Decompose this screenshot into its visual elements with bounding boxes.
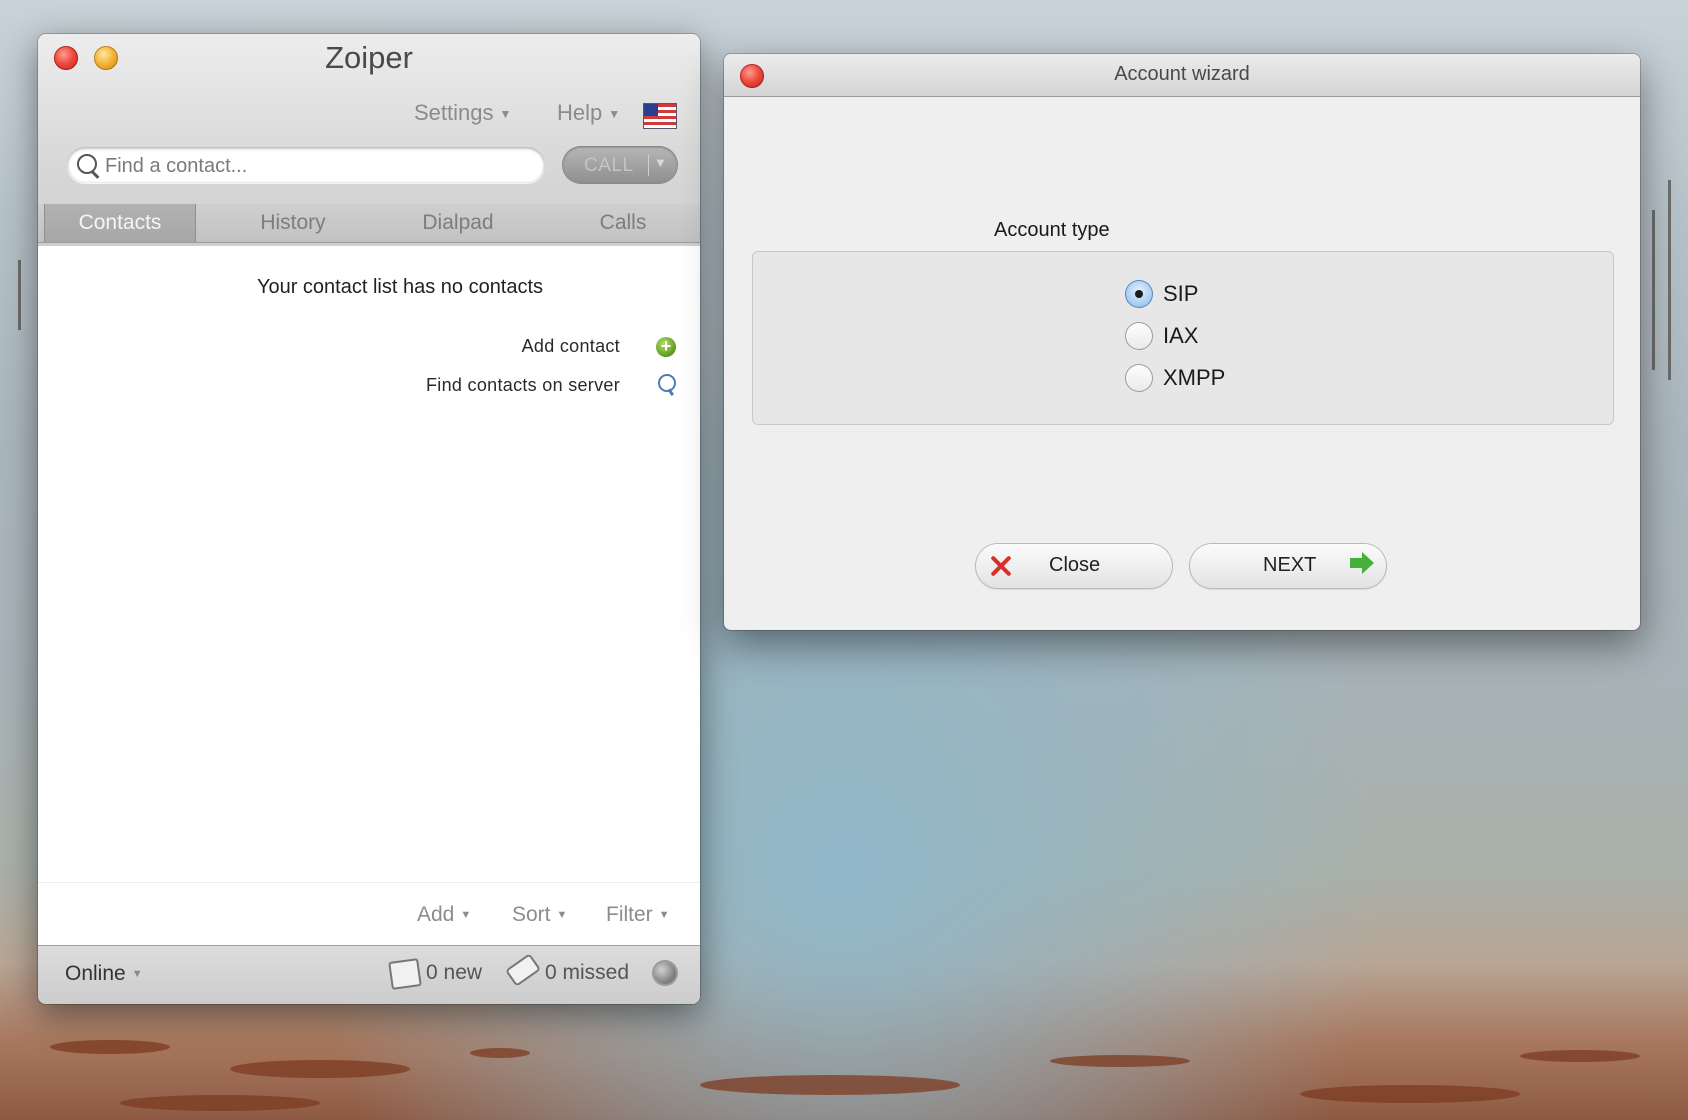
account-type-group: SIP IAX XMPP xyxy=(752,251,1614,425)
missed-call-icon[interactable] xyxy=(504,953,542,987)
wizard-titlebar: Account wizard xyxy=(724,54,1640,97)
settings-menu-label: Settings xyxy=(414,100,494,125)
add-menu-label: Add xyxy=(417,903,455,926)
call-button-label: CALL xyxy=(584,155,634,176)
chevron-down-icon[interactable]: ▼ xyxy=(654,155,667,170)
call-button[interactable]: CALL ▼ xyxy=(562,146,678,184)
contact-search[interactable] xyxy=(67,147,545,183)
filter-menu-label: Filter xyxy=(606,903,653,926)
close-icon xyxy=(990,555,1012,577)
new-messages-count[interactable]: 0 new xyxy=(426,961,482,985)
sort-menu[interactable]: Sort ▼ xyxy=(512,903,567,927)
chevron-down-icon: ▼ xyxy=(460,909,472,922)
tab-calls[interactable]: Calls xyxy=(548,204,698,242)
tab-contacts[interactable]: Contacts xyxy=(44,204,196,242)
terrain-spot xyxy=(230,1060,410,1078)
tree-silhouette xyxy=(1652,210,1655,370)
chevron-down-icon: ▼ xyxy=(499,107,512,122)
chevron-down-icon: ▼ xyxy=(608,107,621,122)
close-button[interactable]: Close xyxy=(976,544,1172,588)
settings-menu[interactable]: Settings ▼ xyxy=(414,100,511,126)
radio-button-sip[interactable] xyxy=(1125,280,1153,308)
tab-bar: Contacts History Dialpad Calls xyxy=(38,204,700,243)
chevron-down-icon: ▼ xyxy=(131,968,143,981)
empty-contacts-message: Your contact list has no contacts xyxy=(256,276,544,298)
find-contacts-link[interactable]: Find contacts on server xyxy=(426,375,620,396)
add-menu[interactable]: Add ▼ xyxy=(417,903,471,927)
tree-silhouette xyxy=(18,260,21,330)
tab-dialpad[interactable]: Dialpad xyxy=(383,204,533,242)
zoiper-window: Zoiper Settings ▼ Help ▼ CALL ▼ Contacts H… xyxy=(38,34,700,1004)
zoiper-header: Zoiper Settings ▼ Help ▼ CALL ▼ Contacts H… xyxy=(38,34,700,246)
add-icon[interactable]: + xyxy=(656,337,676,357)
call-button-divider xyxy=(648,154,649,176)
tab-history[interactable]: History xyxy=(218,204,368,242)
presence-menu[interactable]: Online ▼ xyxy=(65,962,143,986)
terrain-spot xyxy=(700,1075,960,1095)
status-bar: Online ▼ 0 new 0 missed xyxy=(38,945,700,1004)
chevron-down-icon: ▼ xyxy=(556,909,568,922)
presence-label: Online xyxy=(65,962,126,985)
terrain-spot xyxy=(1300,1085,1520,1103)
arrow-right-icon xyxy=(1350,552,1374,574)
terrain-spot xyxy=(120,1095,320,1111)
wizard-title: Account wizard xyxy=(1114,63,1250,85)
account-wizard-window: Account wizard Account type SIP IAX XMPP… xyxy=(724,54,1640,630)
message-icon[interactable] xyxy=(388,958,422,990)
window-title: Zoiper xyxy=(325,40,413,75)
radio-label-xmpp: XMPP xyxy=(1163,365,1226,390)
add-contact-link[interactable]: Add contact xyxy=(522,336,620,357)
contacts-toolbar: Add ▼ Sort ▼ Filter ▼ xyxy=(38,882,700,945)
radio-label-iax: IAX xyxy=(1163,323,1199,348)
help-menu-label: Help xyxy=(557,100,603,125)
globe-icon[interactable] xyxy=(654,962,676,984)
chevron-down-icon: ▼ xyxy=(658,909,670,922)
radio-label-sip: SIP xyxy=(1163,281,1199,306)
account-type-label: Account type xyxy=(994,219,1110,241)
help-menu[interactable]: Help ▼ xyxy=(557,100,620,126)
terrain-spot xyxy=(1520,1050,1640,1062)
terrain-spot xyxy=(50,1040,170,1054)
search-icon xyxy=(77,154,97,174)
next-button[interactable]: NEXT xyxy=(1190,544,1386,588)
terrain-spot xyxy=(1050,1055,1190,1067)
search-input[interactable] xyxy=(103,151,537,181)
magnifier-icon[interactable] xyxy=(658,374,676,392)
next-button-label: NEXT xyxy=(1263,554,1317,576)
filter-menu[interactable]: Filter ▼ xyxy=(606,903,670,927)
radio-button-xmpp[interactable] xyxy=(1125,364,1153,392)
close-button-label: Close xyxy=(1049,554,1101,576)
radio-button-iax[interactable] xyxy=(1125,322,1153,350)
tree-silhouette xyxy=(1668,180,1671,380)
sort-menu-label: Sort xyxy=(512,903,551,926)
flag-icon[interactable] xyxy=(644,104,676,128)
missed-calls-count[interactable]: 0 missed xyxy=(545,961,629,985)
terrain-spot xyxy=(470,1048,530,1058)
